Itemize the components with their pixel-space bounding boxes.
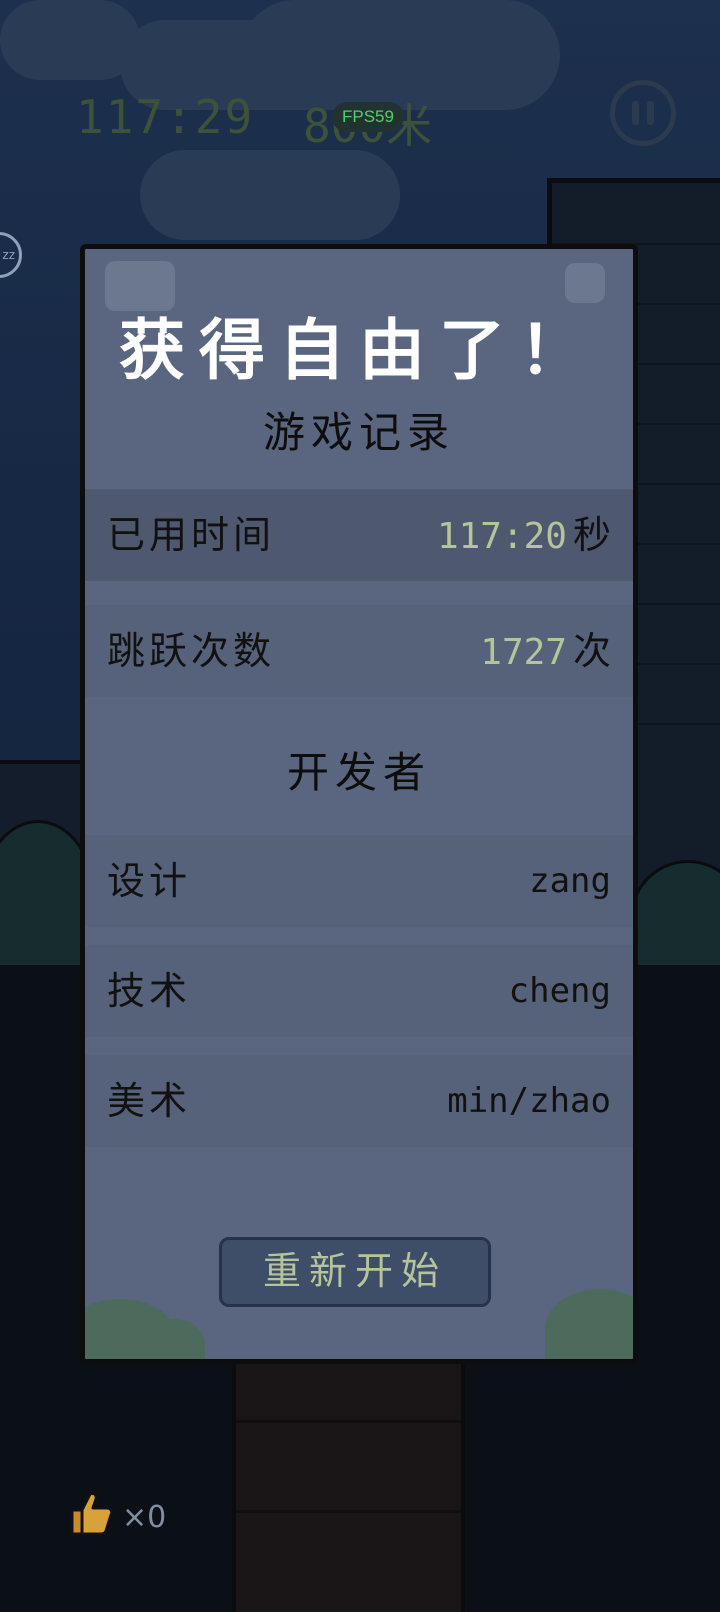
developer-role: 技术 (107, 969, 192, 1013)
fps-badge: FPS59 (332, 102, 404, 132)
developer-row: 设计 zang (85, 835, 633, 927)
dialog-title: 获得自由了！ (119, 312, 599, 389)
grass-decoration (145, 1319, 205, 1359)
developer-name: min/zhao (447, 1081, 611, 1121)
time-used-label: 已用时间 (107, 513, 276, 557)
victory-dialog: 获得自由了！ 游戏记录 已用时间 117:20 秒 跳跃次数 1727 次 开发者 … (80, 244, 638, 1364)
jump-count-row: 跳跃次数 1727 次 (85, 605, 633, 697)
record-section-title: 游戏记录 (262, 408, 455, 457)
time-used-unit: 秒 (572, 513, 611, 557)
jump-count-label: 跳跃次数 (107, 629, 276, 673)
hud-timer: 117:29 (76, 90, 255, 144)
developer-name: cheng (508, 971, 611, 1011)
jump-count-value: 1727 (480, 632, 567, 673)
pause-icon (647, 101, 654, 125)
jump-count-unit: 次 (572, 629, 611, 673)
pause-button[interactable] (610, 80, 676, 146)
thumbs-up-icon (70, 1491, 114, 1536)
developers-section-title: 开发者 (286, 748, 431, 797)
item-count: ×0 (122, 1500, 167, 1535)
developer-name: zang (529, 861, 611, 901)
developer-role: 设计 (107, 859, 192, 903)
pause-icon (632, 101, 639, 125)
restart-button[interactable]: 重新开始 (219, 1237, 491, 1307)
developer-role: 美术 (107, 1079, 192, 1123)
time-used-row: 已用时间 117:20 秒 (85, 489, 633, 581)
developer-row: 技术 cheng (85, 945, 633, 1037)
developer-row: 美术 min/zhao (85, 1055, 633, 1147)
grass-decoration (545, 1289, 633, 1359)
time-used-value: 117:20 (436, 516, 567, 557)
